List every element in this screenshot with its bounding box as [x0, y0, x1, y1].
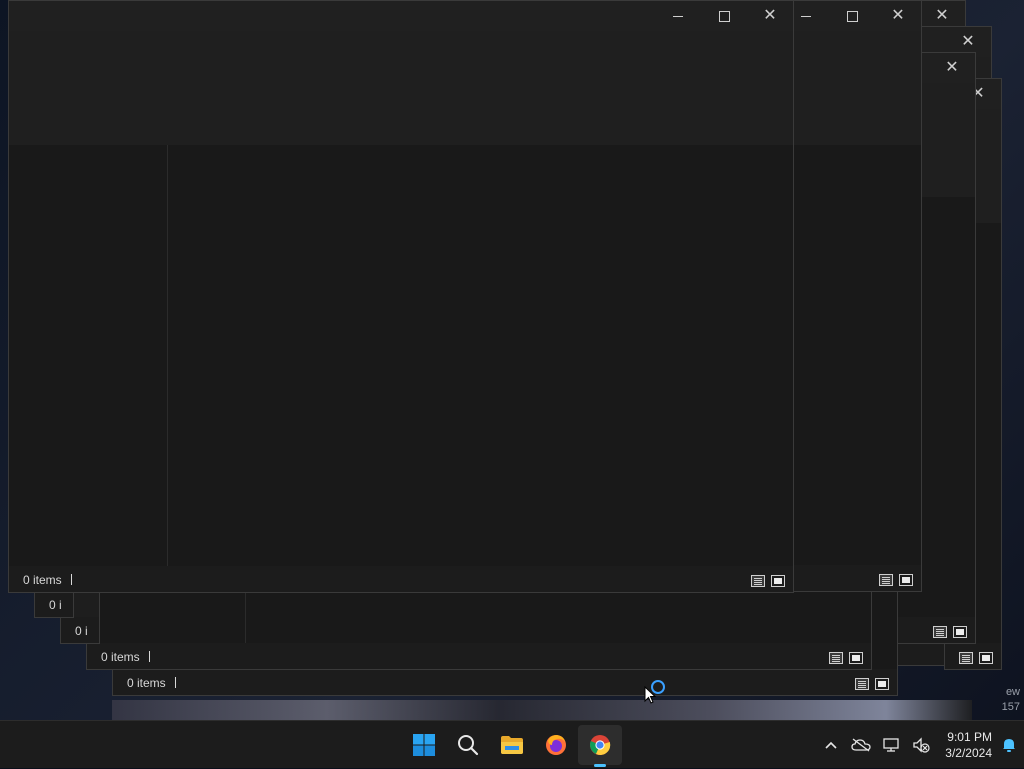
item-count: 0 items: [127, 676, 166, 690]
notifications-button[interactable]: [994, 721, 1024, 769]
clock-time: 9:01 PM: [947, 730, 992, 744]
item-count: 0 items: [23, 573, 62, 587]
status-bar: 0 items: [113, 669, 897, 695]
caption-buttons: ✕: [783, 1, 921, 31]
close-icon: ✕: [891, 7, 905, 24]
status-separator: [71, 574, 72, 585]
chrome-icon: [590, 735, 611, 755]
maximize-icon: [846, 10, 858, 22]
status-separator: [175, 677, 176, 688]
bell-icon: [1003, 739, 1015, 752]
details-view-button[interactable]: [751, 575, 765, 587]
volume-muted-icon: [913, 737, 930, 753]
item-count: 0 i: [75, 624, 88, 638]
caption-buttons: ✕: [929, 53, 975, 83]
clock-date: 3/2/2024: [945, 746, 992, 760]
details-view-button[interactable]: [879, 574, 893, 586]
taskbar: 9:01 PM 3/2/2024: [0, 720, 1024, 768]
minimize-icon: [673, 15, 683, 17]
minimize-icon: [801, 15, 811, 17]
details-view-button[interactable]: [855, 678, 869, 690]
network-disconnected-icon: [883, 738, 899, 752]
explorer-window-front[interactable]: ✕ 0 items: [8, 0, 794, 593]
close-button[interactable]: ✕: [929, 53, 975, 83]
view-toggle: [829, 652, 863, 664]
view-toggle: [751, 575, 785, 587]
caption-buttons: ✕: [655, 1, 793, 31]
start-button[interactable]: [402, 721, 446, 769]
close-icon: ✕: [763, 7, 777, 24]
large-icons-view-button[interactable]: [899, 574, 913, 586]
maximize-icon: [718, 10, 730, 22]
close-icon: ✕: [945, 59, 959, 76]
windows-logo-icon: [413, 734, 435, 756]
view-toggle: [879, 574, 913, 586]
chrome-button[interactable]: [578, 725, 622, 767]
large-icons-view-button[interactable]: [979, 652, 993, 664]
command-bar: [9, 31, 793, 145]
large-icons-view-button[interactable]: [849, 652, 863, 664]
close-button[interactable]: ✕: [875, 1, 921, 31]
firefox-icon: [546, 735, 566, 755]
chevron-up-icon: [825, 741, 837, 749]
view-toggle: [959, 652, 993, 664]
view-toggle: [933, 626, 967, 638]
details-view-button[interactable]: [959, 652, 973, 664]
onedrive-button[interactable]: [846, 721, 876, 769]
close-icon: ✕: [935, 7, 949, 24]
navigation-pane[interactable]: [9, 145, 168, 566]
large-icons-view-button[interactable]: [875, 678, 889, 690]
item-count: 0 i: [49, 598, 62, 612]
desktop-partial-label: 157: [1001, 701, 1020, 713]
item-count: 0 items: [101, 650, 140, 664]
wallpaper: [112, 700, 972, 720]
clock[interactable]: 9:01 PM 3/2/2024: [936, 729, 994, 761]
details-view-button[interactable]: [829, 652, 843, 664]
large-icons-view-button[interactable]: [953, 626, 967, 638]
maximize-button[interactable]: [829, 1, 875, 31]
details-view-button[interactable]: [933, 626, 947, 638]
file-list[interactable]: [168, 145, 793, 566]
view-toggle: [855, 678, 889, 690]
status-separator: [149, 651, 150, 662]
cloud-offline-icon: [851, 738, 871, 752]
status-bar: 0 items: [9, 566, 793, 592]
close-button[interactable]: ✕: [747, 1, 793, 31]
mouse-cursor-icon: [644, 686, 656, 704]
minimize-button[interactable]: [655, 1, 701, 31]
maximize-button[interactable]: [701, 1, 747, 31]
search-icon: [458, 735, 479, 756]
taskbar-pinned-apps: [402, 721, 622, 769]
volume-button[interactable]: [906, 721, 936, 769]
show-hidden-icons-button[interactable]: [816, 721, 846, 769]
network-button[interactable]: [876, 721, 906, 769]
system-tray: 9:01 PM 3/2/2024: [816, 721, 1024, 769]
file-explorer-button[interactable]: [490, 721, 534, 769]
status-bar: 0 items: [87, 643, 871, 669]
firefox-button[interactable]: [534, 721, 578, 769]
large-icons-view-button[interactable]: [771, 575, 785, 587]
desktop-partial-label: ew: [1005, 686, 1020, 698]
folder-icon: [501, 736, 523, 754]
status-bar: [945, 643, 1001, 669]
close-icon: ✕: [961, 33, 975, 50]
status-bar: 0 i: [35, 591, 73, 617]
status-bar: 0 i: [61, 617, 99, 643]
search-button[interactable]: [446, 721, 490, 769]
